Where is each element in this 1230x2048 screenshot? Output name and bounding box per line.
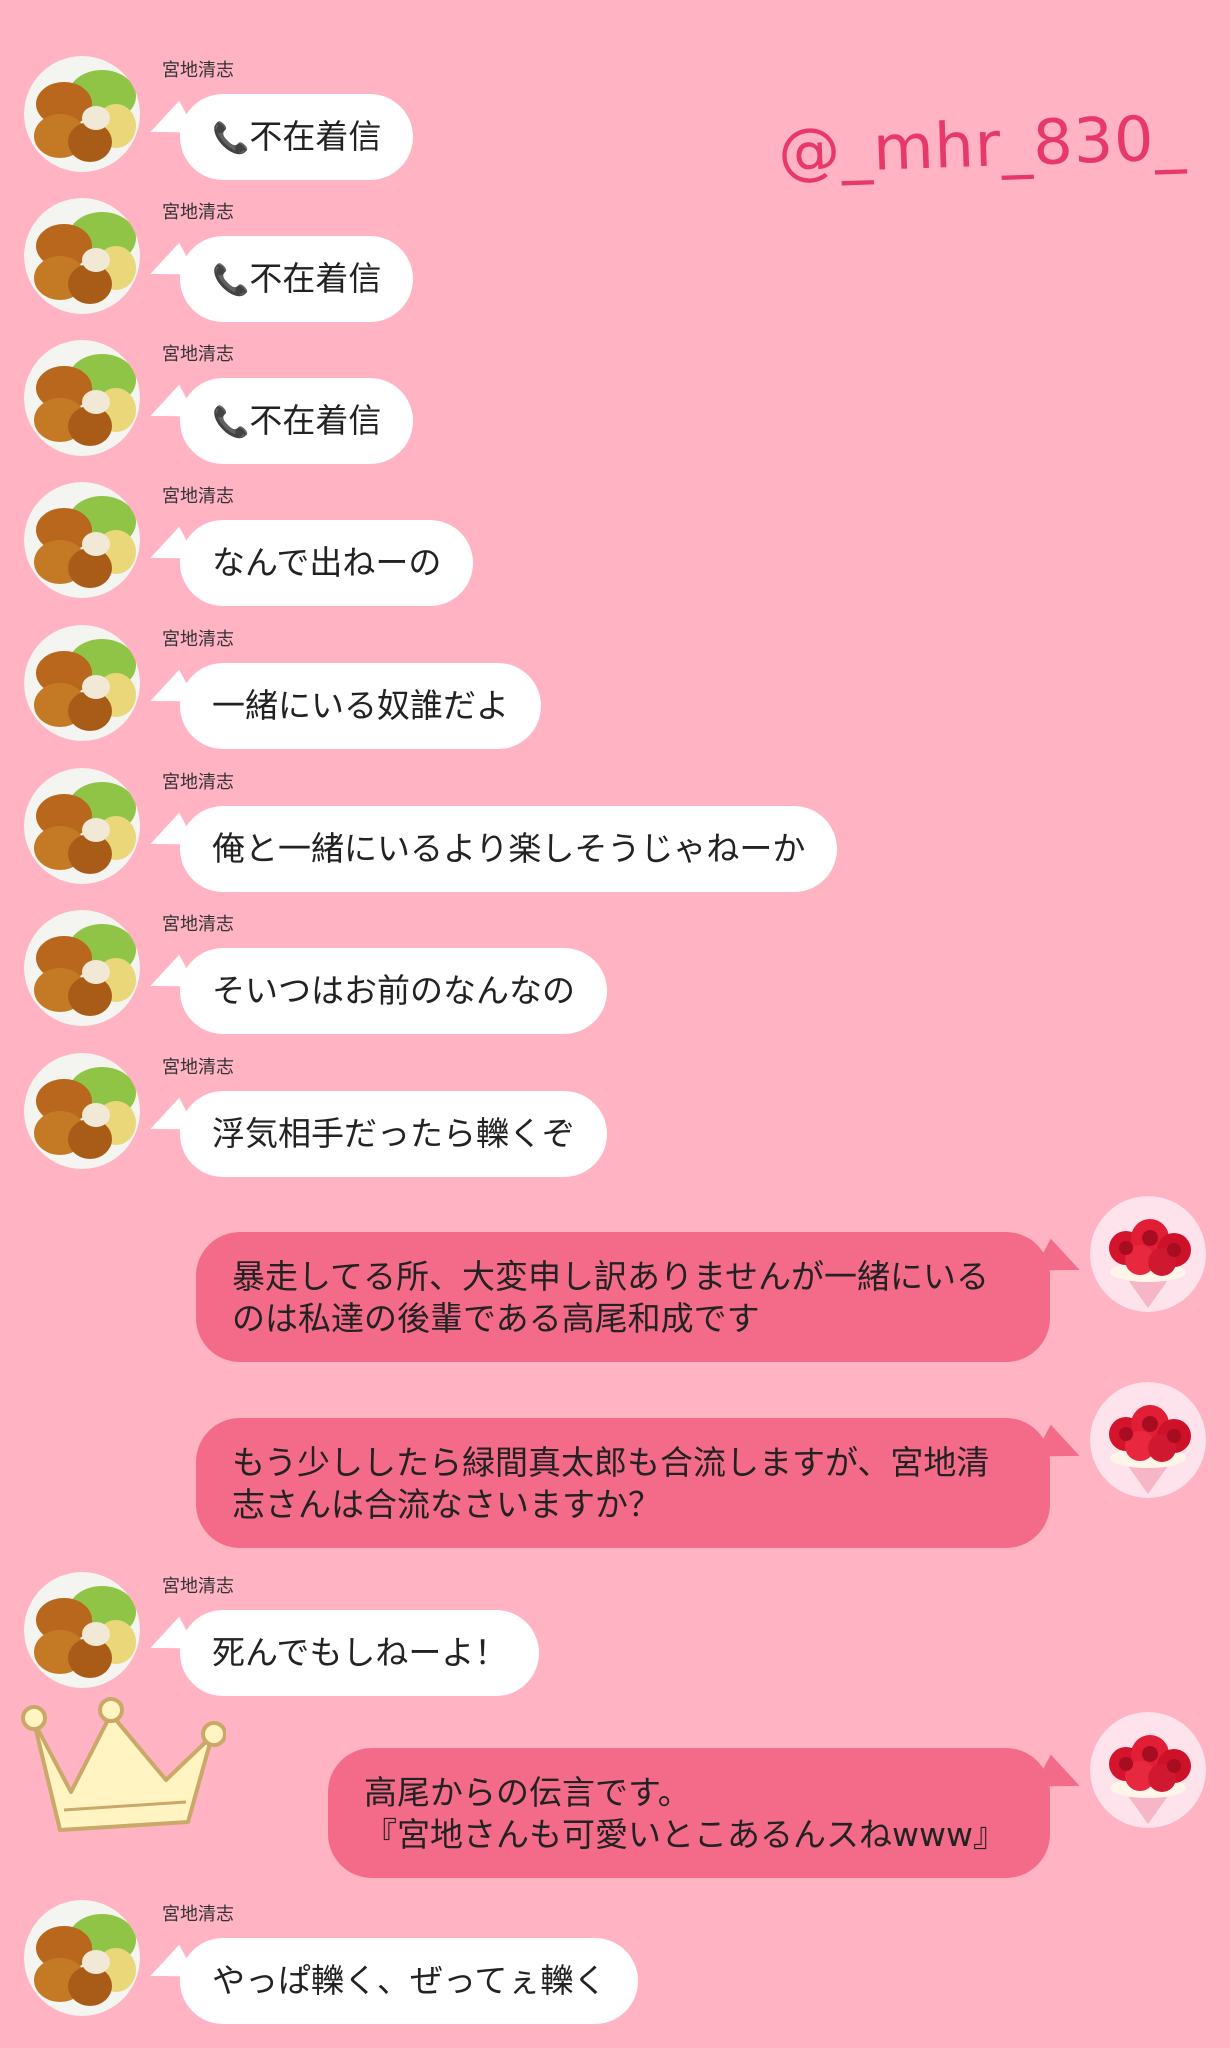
message-text: やっぱ轢く、ぜってぇ轢く: [212, 1961, 607, 2000]
message-bubble[interactable]: 高尾からの伝言です。 『宮地さんも可愛いとこあるんスねwww』: [328, 1748, 1050, 1878]
message-bubble[interactable]: 一緒にいる奴誰だよ: [180, 663, 541, 749]
message-text: そいつはお前のなんなの: [212, 971, 575, 1010]
sender-avatar[interactable]: [24, 1572, 140, 1688]
message-text: 不在着信: [249, 259, 382, 298]
message-text-line: のは私達の後輩である高尾和成です: [232, 1299, 760, 1338]
phone-icon: 📞: [212, 263, 250, 298]
sender-avatar[interactable]: [24, 910, 140, 1026]
sender-avatar[interactable]: [24, 768, 140, 884]
sender-avatar[interactable]: [24, 1900, 140, 2016]
message-text-line: 志さんは合流なさいますか？: [232, 1485, 661, 1524]
sender-name: 宮地清志: [162, 629, 234, 650]
sender-name: 宮地清志: [162, 1576, 234, 1597]
message-text: 浮気相手だったら轢くぞ: [212, 1114, 575, 1153]
message-text: 不在着信: [249, 401, 382, 440]
message-bubble[interactable]: やっぱ轢く、ぜってぇ轢く: [180, 1938, 639, 2024]
message-bubble[interactable]: 俺と一緒にいるより楽しそうじゃねーか: [180, 806, 838, 892]
sender-avatar[interactable]: [24, 340, 140, 456]
sender-avatar[interactable]: [24, 1053, 140, 1169]
message-text-line: もう少ししたら緑間真太郎も合流しますが、宮地清: [232, 1443, 990, 1482]
sender-name: 宮地清志: [162, 772, 234, 793]
crown-sticker: [21, 1697, 226, 1832]
message-text: 一緒にいる奴誰だよ: [212, 686, 509, 725]
message-bubble[interactable]: 📞不在着信: [180, 94, 414, 180]
sender-name: 宮地清志: [162, 202, 234, 223]
sender-name: 宮地清志: [162, 486, 234, 507]
message-text: 死んでもしねーよ！: [212, 1633, 508, 1672]
user-avatar[interactable]: [1090, 1382, 1206, 1498]
sender-avatar[interactable]: [24, 198, 140, 314]
message-bubble[interactable]: なんで出ねーの: [180, 520, 474, 606]
message-bubble[interactable]: 浮気相手だったら轢くぞ: [180, 1091, 607, 1177]
message-text: 不在着信: [249, 117, 382, 156]
message-text: なんで出ねーの: [212, 543, 442, 582]
message-bubble[interactable]: 死んでもしねーよ！: [180, 1610, 540, 1696]
message-text-line: 暴走してる所、大変申し訳ありませんが一緒にいる: [232, 1257, 990, 1296]
user-avatar[interactable]: [1090, 1712, 1206, 1828]
message-bubble[interactable]: 📞不在着信: [180, 236, 414, 322]
message-bubble[interactable]: 暴走してる所、大変申し訳ありませんが一緒にいる のは私達の後輩である高尾和成です: [196, 1232, 1050, 1362]
sender-name: 宮地清志: [162, 1904, 234, 1925]
message-text-line: 高尾からの伝言です。: [364, 1773, 691, 1812]
user-avatar[interactable]: [1090, 1196, 1206, 1312]
message-text: 俺と一緒にいるより楽しそうじゃねーか: [212, 829, 806, 868]
watermark-text: @_mhr_830_: [776, 100, 1188, 189]
message-bubble[interactable]: そいつはお前のなんなの: [180, 948, 607, 1034]
message-text-line: 『宮地さんも可愛いとこあるんスねwww』: [364, 1815, 1006, 1854]
sender-name: 宮地清志: [162, 1057, 234, 1078]
sender-avatar[interactable]: [24, 625, 140, 741]
sender-name: 宮地清志: [162, 344, 234, 365]
sender-avatar[interactable]: [24, 482, 140, 598]
message-bubble[interactable]: 📞不在着信: [180, 378, 414, 464]
sender-name: 宮地清志: [162, 60, 234, 81]
phone-icon: 📞: [212, 121, 250, 156]
sender-avatar[interactable]: [24, 56, 140, 172]
phone-icon: 📞: [212, 405, 250, 440]
message-bubble[interactable]: もう少ししたら緑間真太郎も合流しますが、宮地清 志さんは合流なさいますか？: [196, 1418, 1050, 1548]
sender-name: 宮地清志: [162, 914, 234, 935]
